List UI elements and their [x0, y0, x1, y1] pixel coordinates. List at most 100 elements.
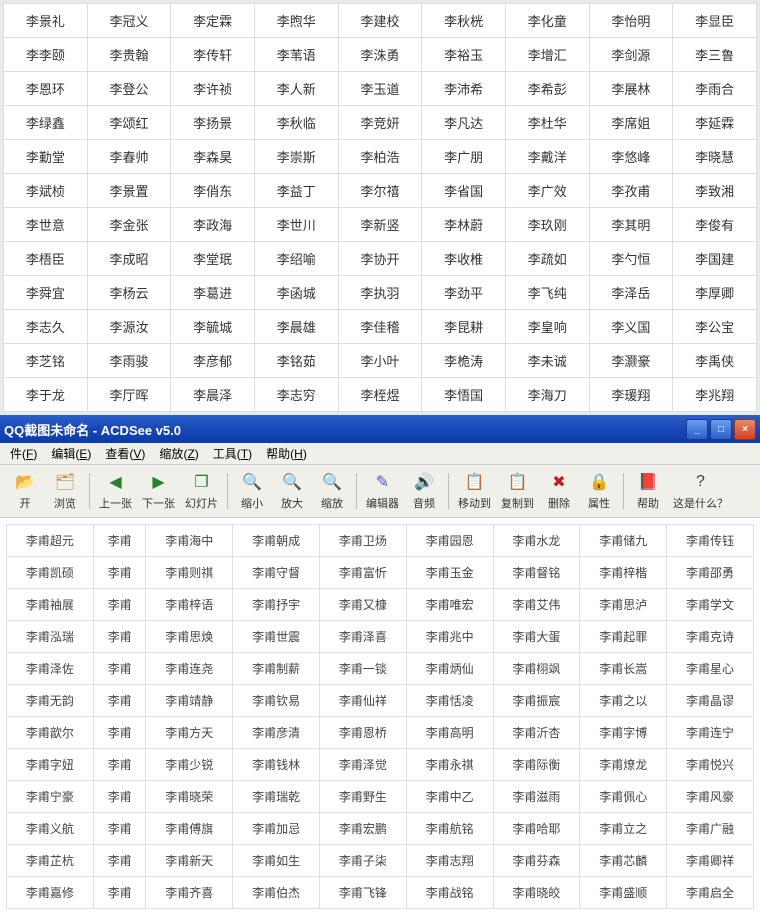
- name-cell: 李绍喻: [254, 242, 338, 276]
- menu-z[interactable]: 缩放(Z): [153, 443, 204, 464]
- maximize-button[interactable]: □: [710, 419, 732, 440]
- editor-icon: ✎: [371, 471, 395, 493]
- name-cell: 李席姐: [589, 106, 673, 140]
- table-row: 李恩环李登公李许祯李人新李玉道李沛希李希彭李展林李雨合: [4, 72, 757, 106]
- audio-icon: 🔊: [412, 471, 436, 493]
- name-cell: 李执羽: [338, 276, 422, 310]
- name-cell: 李俊有: [673, 208, 757, 242]
- name-cell: 李甫大蛋: [493, 621, 580, 653]
- name-cell: 李源汝: [87, 310, 171, 344]
- help-button[interactable]: 📕帮助: [629, 469, 667, 513]
- delete-icon: ✖: [547, 471, 571, 493]
- menu-e[interactable]: 编辑(E): [45, 443, 97, 464]
- editor-button[interactable]: ✎ 编辑器: [362, 469, 403, 513]
- name-cell: 李甫嘉修: [7, 877, 94, 909]
- browse-button[interactable]: 🗂浏览: [46, 469, 84, 513]
- name-cell: 李甫制薪: [233, 653, 320, 685]
- slideshow-icon: ❐: [190, 471, 214, 493]
- name-cell: 李甫野生: [319, 781, 406, 813]
- table-row: 李勤堂李春帅李森昊李崇斯李柏浩李广朋李戴洋李悠峰李晓慧: [4, 140, 757, 174]
- name-cell: 李甫中乙: [406, 781, 493, 813]
- zoomout-icon: 🔍: [240, 471, 264, 493]
- next-button[interactable]: ▶下一张: [138, 469, 179, 513]
- name-cell: 李芝铭: [4, 344, 88, 378]
- name-cell: 李甫园恩: [406, 525, 493, 557]
- name-cell: 李志穷: [254, 378, 338, 412]
- name-cell: 李成昭: [87, 242, 171, 276]
- table-row: 李甫嘉修李甫李甫齐喜李甫伯杰李甫飞锋李甫战铭李甫晓皎李甫盛顺李甫启全: [7, 877, 754, 909]
- name-cell: 李甫则祺: [146, 557, 233, 589]
- table-row: 李甫袖展李甫李甫梓语李甫抒宇李甫又槺李甫唯宏李甫艾伟李甫思泸李甫学文: [7, 589, 754, 621]
- open-button[interactable]: 📂开: [6, 469, 44, 513]
- prev-icon: ◀: [104, 471, 128, 493]
- name-cell: 李甫唯宏: [406, 589, 493, 621]
- menu-v[interactable]: 查看(V): [99, 443, 151, 464]
- name-cell: 李甫滋雨: [493, 781, 580, 813]
- slideshow-button[interactable]: ❐幻灯片: [181, 469, 222, 513]
- name-cell: 李甫富忻: [319, 557, 406, 589]
- window-titlebar: QQ截图未命名 - ACDSee v5.0 _ □ ×: [0, 415, 760, 443]
- name-cell: 李三鲁: [673, 38, 757, 72]
- toolbar-label: 缩小: [241, 495, 263, 511]
- menu-t[interactable]: 工具(T): [207, 443, 258, 464]
- name-cell: 李洙勇: [338, 38, 422, 72]
- toolbar-label: 编辑器: [366, 495, 399, 511]
- name-cell: 李甫风豪: [667, 781, 754, 813]
- close-button[interactable]: ×: [734, 419, 756, 440]
- menu-h[interactable]: 帮助(H): [260, 443, 313, 464]
- zoom-button[interactable]: 🔍缩放: [313, 469, 351, 513]
- name-cell: 李海刀: [505, 378, 589, 412]
- name-cell: 李禹侠: [673, 344, 757, 378]
- name-cell: 李甫飞锋: [319, 877, 406, 909]
- name-cell: 李甫泽觉: [319, 749, 406, 781]
- name-cell: 李许祯: [171, 72, 255, 106]
- name-cell: 李甫邵勇: [667, 557, 754, 589]
- prev-button[interactable]: ◀ 上一张: [95, 469, 136, 513]
- name-cell: 李梧臣: [4, 242, 88, 276]
- minimize-button[interactable]: _: [686, 419, 708, 440]
- bottom-table: 李甫超元李甫李甫海中李甫朝成李甫卫炀李甫园恩李甫水龙李甫储九李甫传钰李甫凯硕李甫…: [6, 524, 754, 909]
- zoomin-button[interactable]: 🔍放大: [273, 469, 311, 513]
- whatsthis-button[interactable]: ? 这是什么？: [669, 469, 732, 513]
- menu-f[interactable]: 件(F): [4, 443, 43, 464]
- name-cell: 李甫少锐: [146, 749, 233, 781]
- toolbar-label: 下一张: [142, 495, 175, 511]
- name-cell: 李甫卿祥: [667, 845, 754, 877]
- name-cell: 李颂红: [87, 106, 171, 140]
- name-cell: 李李颐: [4, 38, 88, 72]
- zoomout-button[interactable]: 🔍 缩小: [233, 469, 271, 513]
- moveto-button[interactable]: 📋移动到: [454, 469, 495, 513]
- window-controls: _ □ ×: [686, 419, 756, 440]
- name-cell: 李雨骏: [87, 344, 171, 378]
- name-cell: 李竞妍: [338, 106, 422, 140]
- name-cell: 李甫之以: [580, 685, 667, 717]
- table-row: 李甫无韵李甫李甫靖静李甫钦易李甫仙祥李甫恬凌李甫振宸李甫之以李甫晶谬: [7, 685, 754, 717]
- name-cell: 李铭茹: [254, 344, 338, 378]
- name-cell: 李政海: [171, 208, 255, 242]
- toolbar-label: 上一张: [99, 495, 132, 511]
- name-cell: 李甫宁豪: [7, 781, 94, 813]
- name-cell: 李函城: [254, 276, 338, 310]
- whatsthis-icon: ?: [689, 471, 713, 493]
- name-cell: 李甫超元: [7, 525, 94, 557]
- delete-button[interactable]: ✖删除: [540, 469, 578, 513]
- name-cell: 李甫如生: [233, 845, 320, 877]
- name-cell: 李剑源: [589, 38, 673, 72]
- audio-button[interactable]: 🔊音频: [405, 469, 443, 513]
- table-row: 李甫芷杭李甫李甫新天李甫如生李甫子柒李甫志翔李甫芬森李甫芯麟李甫卿祥: [7, 845, 754, 877]
- name-cell: 李世川: [254, 208, 338, 242]
- name-cell: 李甫晓皎: [493, 877, 580, 909]
- toolbar-label: 复制到: [501, 495, 534, 511]
- copyto-button[interactable]: 📋复制到: [497, 469, 538, 513]
- toolbar-label: 这是什么？: [673, 495, 728, 511]
- open-icon: 📂: [13, 471, 37, 493]
- zoomin-icon: 🔍: [280, 471, 304, 493]
- toolbar-separator: [227, 473, 228, 509]
- props-button[interactable]: 🔒属性: [580, 469, 618, 513]
- name-cell: 李广朋: [422, 140, 506, 174]
- zoom-icon: 🔍: [320, 471, 344, 493]
- name-cell: 李希彭: [505, 72, 589, 106]
- name-cell: 李甫栩飒: [493, 653, 580, 685]
- name-cell: 李佳稽: [338, 310, 422, 344]
- name-cell: 李扬景: [171, 106, 255, 140]
